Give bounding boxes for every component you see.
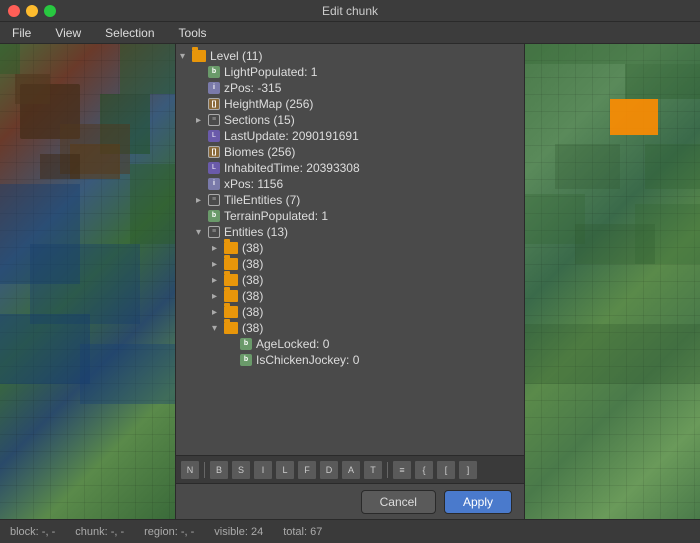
close-button[interactable] — [8, 5, 20, 17]
tree-item-ent6[interactable]: (38) — [176, 320, 524, 336]
btn-iarr[interactable]: [ — [436, 460, 456, 480]
btn-compound[interactable]: { — [414, 460, 434, 480]
tree-item-ent4[interactable]: (38) — [176, 288, 524, 304]
btn-list[interactable]: ≡ — [392, 460, 412, 480]
main-layout: Level (11)bLightPopulated: 1izPos: -315[… — [0, 44, 700, 519]
tree-item-lastupdate[interactable]: LLastUpdate: 2090191691 — [176, 128, 524, 144]
chunk-highlight — [610, 99, 658, 135]
status-bar: block: -, - chunk: -, - region: -, - vis… — [0, 519, 700, 543]
tree-item-ischickenjockey[interactable]: bIsChickenJockey: 0 — [176, 352, 524, 368]
tree-item-inhabitedtime[interactable]: LInhabitedTime: 20393308 — [176, 160, 524, 176]
status-chunk: chunk: -, - — [75, 526, 124, 538]
map-right — [525, 44, 700, 519]
nbt-toolbar: NBSILFDAT ≡{[] — [176, 455, 524, 483]
tree-item-level[interactable]: Level (11) — [176, 48, 524, 64]
tree-item-zpos[interactable]: izPos: -315 — [176, 80, 524, 96]
status-block: block: -, - — [10, 526, 55, 538]
title-bar: Edit chunk — [0, 0, 700, 22]
tree-item-biomes[interactable]: []Biomes (256) — [176, 144, 524, 160]
separator-0 — [204, 462, 205, 478]
btn-long[interactable]: L — [275, 460, 295, 480]
window-title: Edit chunk — [322, 4, 378, 18]
btn-byte[interactable]: B — [209, 460, 229, 480]
window-controls — [8, 5, 56, 17]
tree-item-ent3[interactable]: (38) — [176, 272, 524, 288]
tree-view[interactable]: Level (11)bLightPopulated: 1izPos: -315[… — [176, 44, 524, 455]
status-total: total: 67 — [283, 526, 322, 538]
menu-file[interactable]: File — [8, 24, 35, 42]
minimize-button[interactable] — [26, 5, 38, 17]
btn-nbt[interactable]: N — [180, 460, 200, 480]
btn-int[interactable]: I — [253, 460, 273, 480]
tree-item-terrainpop[interactable]: bTerrainPopulated: 1 — [176, 208, 524, 224]
btn-double[interactable]: D — [319, 460, 339, 480]
tree-item-entities[interactable]: ≡Entities (13) — [176, 224, 524, 240]
menu-view[interactable]: View — [51, 24, 85, 42]
status-region: region: -, - — [144, 526, 194, 538]
btn-array[interactable]: A — [341, 460, 361, 480]
tree-item-sections[interactable]: ≡Sections (15) — [176, 112, 524, 128]
cancel-button[interactable]: Cancel — [361, 490, 436, 514]
button-bar: Cancel Apply — [176, 483, 524, 519]
tree-item-ent1[interactable]: (38) — [176, 240, 524, 256]
map-canvas-right — [525, 44, 700, 519]
map-left — [0, 44, 175, 519]
tree-item-lightpop[interactable]: bLightPopulated: 1 — [176, 64, 524, 80]
tree-item-agelocked[interactable]: bAgeLocked: 0 — [176, 336, 524, 352]
tree-item-tileentities[interactable]: ≡TileEntities (7) — [176, 192, 524, 208]
btn-float[interactable]: F — [297, 460, 317, 480]
tree-item-ent2[interactable]: (38) — [176, 256, 524, 272]
btn-string[interactable]: T — [363, 460, 383, 480]
tree-item-heightmap[interactable]: []HeightMap (256) — [176, 96, 524, 112]
tree-item-xpos[interactable]: ixPos: 1156 — [176, 176, 524, 192]
edit-panel: Level (11)bLightPopulated: 1izPos: -315[… — [175, 44, 525, 519]
status-visible: visible: 24 — [214, 526, 263, 538]
separator-8 — [387, 462, 388, 478]
tree-item-ent5[interactable]: (38) — [176, 304, 524, 320]
menu-tools[interactable]: Tools — [175, 24, 211, 42]
maximize-button[interactable] — [44, 5, 56, 17]
apply-button[interactable]: Apply — [444, 490, 512, 514]
btn-short[interactable]: S — [231, 460, 251, 480]
menu-selection[interactable]: Selection — [101, 24, 158, 42]
map-canvas-left — [0, 44, 175, 519]
btn-larr[interactable]: ] — [458, 460, 478, 480]
menu-bar: File View Selection Tools — [0, 22, 700, 44]
